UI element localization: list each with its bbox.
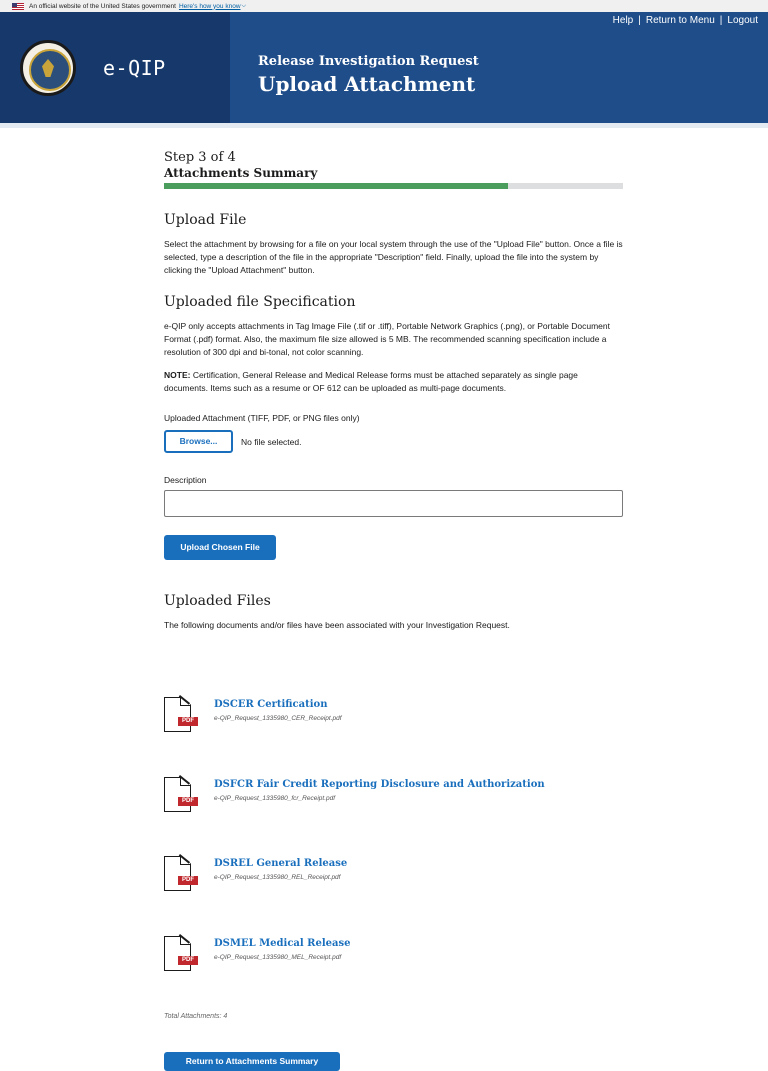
pdf-badge: PDF [178, 797, 198, 806]
pdf-badge: PDF [178, 876, 198, 885]
page-fold-icon [180, 697, 191, 706]
list-item: PDF DSMEL Medical Release e-QIP_Request_… [164, 936, 624, 976]
list-item: PDF DSFCR Fair Credit Reporting Disclosu… [164, 777, 624, 817]
total-attachments: Total Attachments: 4 [164, 1013, 228, 1020]
pdf-badge: PDF [178, 956, 198, 965]
uploaded-files-list: PDF DSCER Certification e-QIP_Request_13… [164, 0, 624, 1071]
file-name: e-QIP_Request_1335980_MEL_Receipt.pdf [214, 954, 342, 961]
file-name: e-QIP_Request_1335980_CER_Receipt.pdf [214, 715, 342, 722]
page-fold-icon [180, 777, 191, 786]
page-fold-icon [180, 856, 191, 865]
file-title-link[interactable]: DSFCR Fair Credit Reporting Disclosure a… [214, 779, 545, 790]
return-to-attachments-summary-button[interactable]: Return to Attachments Summary [164, 1052, 340, 1071]
gov-banner-text: An official website of the United States… [29, 2, 176, 10]
list-item: PDF DSREL General Release e-QIP_Request_… [164, 856, 624, 896]
nav-separator: | [719, 15, 723, 26]
file-title-link[interactable]: DSCER Certification [214, 699, 327, 710]
us-flag-icon [12, 2, 24, 10]
pdf-badge: PDF [178, 717, 198, 726]
logout-link[interactable]: Logout [727, 15, 758, 26]
opm-seal-logo [20, 40, 76, 96]
file-title-link[interactable]: DSMEL Medical Release [214, 938, 350, 949]
top-nav: Help | Return to Menu | Logout [613, 15, 758, 26]
list-item: PDF DSCER Certification e-QIP_Request_13… [164, 697, 624, 737]
file-name: e-QIP_Request_1335980_REL_Receipt.pdf [214, 874, 341, 881]
return-to-menu-link[interactable]: Return to Menu [646, 15, 715, 26]
file-title-link[interactable]: DSREL General Release [214, 858, 347, 869]
page-fold-icon [180, 936, 191, 945]
brand-name[interactable]: e-QIP [103, 56, 166, 80]
nav-separator: | [638, 15, 641, 26]
file-name: e-QIP_Request_1335980_fcr_Receipt.pdf [214, 795, 336, 802]
